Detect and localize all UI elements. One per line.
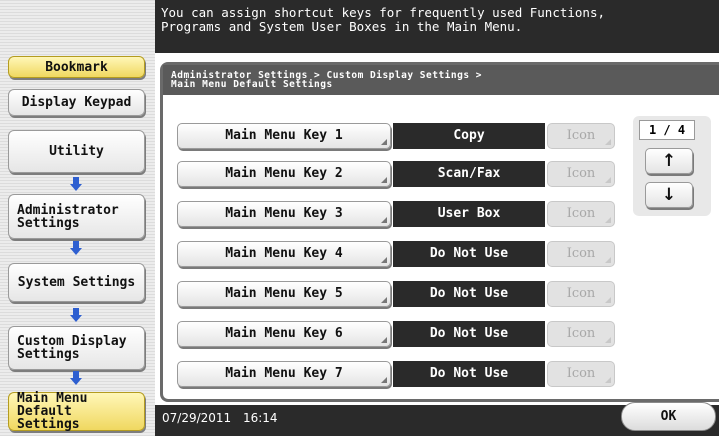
bookmark-button[interactable]: Bookmark bbox=[8, 56, 145, 78]
corner-mark-icon bbox=[381, 217, 387, 223]
arrow-down-icon: ↓ bbox=[661, 185, 677, 205]
nav-system-settings-label: System Settings bbox=[17, 275, 136, 290]
main-menu-key-button[interactable]: Main Menu Key 3 bbox=[177, 201, 391, 227]
corner-mark-icon bbox=[381, 377, 387, 383]
icon-button-label: Icon bbox=[566, 246, 596, 261]
display-keypad-button[interactable]: Display Keypad bbox=[8, 89, 145, 116]
assigned-function: Do Not Use bbox=[393, 281, 545, 307]
corner-mark-icon bbox=[605, 257, 611, 263]
page-up-button[interactable]: ↑ bbox=[645, 148, 693, 174]
corner-mark-icon bbox=[381, 337, 387, 343]
main-menu-key-button[interactable]: Main Menu Key 6 bbox=[177, 321, 391, 347]
main-menu-key-label: Main Menu Key 2 bbox=[225, 166, 343, 181]
main-menu-key-label: Main Menu Key 6 bbox=[225, 326, 343, 341]
main-menu-key-button[interactable]: Main Menu Key 4 bbox=[177, 241, 391, 267]
nav-main-menu-default-settings[interactable]: Main Menu Default Settings bbox=[8, 392, 145, 431]
datetime: 07/29/2011 16:14 bbox=[162, 411, 278, 425]
page-indicator: 1 / 4 bbox=[639, 120, 695, 140]
arrow-up-icon: ↑ bbox=[661, 151, 677, 171]
main-menu-key-button[interactable]: Main Menu Key 5 bbox=[177, 281, 391, 307]
icon-button[interactable]: Icon bbox=[547, 241, 615, 267]
nav-utility[interactable]: Utility bbox=[8, 130, 145, 173]
icon-button[interactable]: Icon bbox=[547, 161, 615, 187]
assigned-function: User Box bbox=[393, 201, 545, 227]
icon-button-label: Icon bbox=[566, 166, 596, 181]
assigned-function: Do Not Use bbox=[393, 321, 545, 347]
corner-mark-icon bbox=[381, 297, 387, 303]
assigned-function: Do Not Use bbox=[393, 361, 545, 387]
nav-custom-display-settings[interactable]: Custom Display Settings bbox=[8, 326, 145, 370]
main-menu-key-label: Main Menu Key 4 bbox=[225, 246, 343, 261]
corner-mark-icon bbox=[381, 257, 387, 263]
display-keypad-label: Display Keypad bbox=[21, 95, 132, 110]
icon-button-label: Icon bbox=[566, 128, 596, 143]
main-menu-key-label: Main Menu Key 5 bbox=[225, 286, 343, 301]
icon-button-label: Icon bbox=[566, 286, 596, 301]
arrow-down-icon bbox=[70, 241, 82, 255]
icon-button-label: Icon bbox=[566, 366, 596, 381]
page-down-button[interactable]: ↓ bbox=[645, 182, 693, 208]
corner-mark-icon bbox=[605, 297, 611, 303]
icon-button-label: Icon bbox=[566, 326, 596, 341]
corner-mark-icon bbox=[605, 377, 611, 383]
corner-mark-icon bbox=[605, 139, 611, 145]
main-menu-key-button[interactable]: Main Menu Key 7 bbox=[177, 361, 391, 387]
breadcrumb: Administrator Settings > Custom Display … bbox=[163, 65, 719, 95]
main-menu-key-button[interactable]: Main Menu Key 2 bbox=[177, 161, 391, 187]
info-message: You can assign shortcut keys for frequen… bbox=[155, 0, 719, 53]
settings-panel: Administrator Settings > Custom Display … bbox=[160, 62, 719, 402]
main-menu-key-label: Main Menu Key 3 bbox=[225, 206, 343, 221]
corner-mark-icon bbox=[381, 139, 387, 145]
nav-main-menu-default-settings-label: Main Menu Default Settings bbox=[17, 391, 88, 432]
icon-button[interactable]: Icon bbox=[547, 321, 615, 347]
nav-utility-label: Utility bbox=[49, 144, 104, 159]
arrow-down-icon bbox=[70, 177, 82, 191]
icon-button[interactable]: Icon bbox=[547, 123, 615, 149]
sidebar: Bookmark Display Keypad Utility Administ… bbox=[0, 0, 155, 436]
main-menu-key-label: Main Menu Key 7 bbox=[225, 366, 343, 381]
nav-system-settings[interactable]: System Settings bbox=[8, 263, 145, 302]
corner-mark-icon bbox=[605, 177, 611, 183]
main-menu-key-button[interactable]: Main Menu Key 1 bbox=[177, 123, 391, 149]
bookmark-label: Bookmark bbox=[45, 59, 108, 75]
icon-button-label: Icon bbox=[566, 206, 596, 221]
icon-button[interactable]: Icon bbox=[547, 281, 615, 307]
arrow-down-icon bbox=[70, 308, 82, 322]
icon-button[interactable]: Icon bbox=[547, 201, 615, 227]
nav-administrator-settings-label: Administrator Settings bbox=[17, 202, 119, 231]
assigned-function: Do Not Use bbox=[393, 241, 545, 267]
corner-mark-icon bbox=[605, 217, 611, 223]
nav-custom-display-settings-label: Custom Display Settings bbox=[17, 334, 127, 362]
assigned-function: Copy bbox=[393, 123, 545, 149]
corner-mark-icon bbox=[605, 337, 611, 343]
corner-mark-icon bbox=[381, 177, 387, 183]
assigned-function: Scan/Fax bbox=[393, 161, 545, 187]
nav-administrator-settings[interactable]: Administrator Settings bbox=[8, 194, 145, 239]
main-menu-key-label: Main Menu Key 1 bbox=[225, 128, 343, 143]
ok-button[interactable]: OK bbox=[621, 402, 716, 431]
arrow-down-icon bbox=[70, 371, 82, 385]
icon-button[interactable]: Icon bbox=[547, 361, 615, 387]
